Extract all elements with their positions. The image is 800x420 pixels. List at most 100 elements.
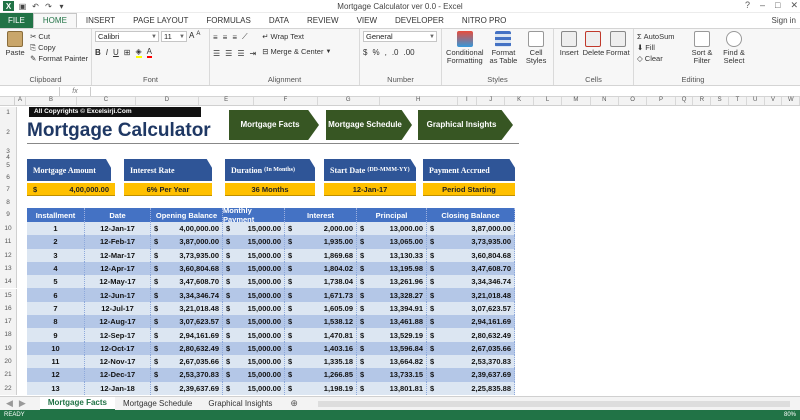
amount-cell[interactable]: $15,000.00 [223,381,285,395]
nav-mortgage-schedule-button[interactable]: Mortgage Schedule [326,110,412,140]
customize-qat-icon[interactable]: ▾ [57,2,66,11]
merge-center-button[interactable]: ⊟ Merge & Center ▼ [262,46,331,57]
amount-cell[interactable]: $1,671.73 [285,288,357,302]
duration-value[interactable]: 36 Months [225,183,315,196]
amount-cell[interactable]: $2,25,835.88 [427,381,515,395]
grow-font-icon[interactable]: A [189,31,194,42]
amount-cell[interactable]: $3,47,608.70 [151,275,223,289]
row-header[interactable]: 13 [0,261,17,276]
date-cell[interactable]: 12-Jan-17 [85,222,151,236]
amount-cell[interactable]: $1,538.12 [285,315,357,329]
align-left-icon[interactable]: ☰ [213,49,220,58]
row-header[interactable]: 14 [0,275,17,289]
amount-cell[interactable]: $15,000.00 [223,248,285,262]
amount-cell[interactable]: $2,94,161.69 [151,328,223,342]
amount-cell[interactable]: $1,198.19 [285,381,357,395]
date-cell[interactable]: 12-Oct-17 [85,341,151,355]
row-header[interactable]: 21 [0,368,17,382]
row-header[interactable]: 5 [0,159,17,173]
date-cell[interactable]: 12-Nov-17 [85,354,151,369]
format-painter-button[interactable]: ✎ Format Painter [30,53,88,64]
amount-cell[interactable]: $2,39,637.69 [151,381,223,395]
amount-cell[interactable]: $3,60,804.68 [427,248,515,262]
align-top-icon[interactable]: ≡ [213,33,218,42]
installment-cell[interactable]: 4 [27,261,85,276]
tab-file[interactable]: FILE [0,13,33,28]
fill-color-icon[interactable]: ◈ [135,47,142,58]
amount-cell[interactable]: $3,07,623.57 [151,315,223,329]
amount-cell[interactable]: $13,065.00 [357,235,427,249]
date-cell[interactable]: 12-Mar-17 [85,248,151,262]
installment-cell[interactable]: 8 [27,315,85,329]
fx-icon[interactable]: fx [60,88,90,95]
amount-cell[interactable]: $15,000.00 [223,328,285,342]
sign-in-link[interactable]: Sign in [772,16,796,25]
select-all-corner[interactable] [0,97,16,105]
amount-cell[interactable]: $13,664.82 [357,354,427,369]
sheet-tab-mortgage-facts[interactable]: Mortgage Facts [39,396,115,411]
add-sheet-icon[interactable]: ⊕ [280,398,308,409]
zoom-level[interactable]: 80% [784,412,796,418]
amount-cell[interactable]: $3,34,346.74 [151,288,223,302]
amount-cell[interactable]: $1,804.02 [285,261,357,276]
horizontal-scrollbar[interactable] [317,400,790,407]
font-name-select[interactable]: Calibri ▼ [95,31,159,42]
row-header[interactable]: 1 [0,107,17,119]
underline-icon[interactable]: U [113,48,119,57]
bold-icon[interactable]: B [95,48,101,57]
row-header[interactable]: 8 [0,197,17,208]
amount-cell[interactable]: $13,394.91 [357,301,427,316]
fill-button[interactable]: ⬇ Fill [637,42,685,53]
indent-icon[interactable]: ⇥ [250,49,257,58]
amount-cell[interactable]: $2,80,632.49 [427,328,515,342]
row-header[interactable]: 7 [0,183,17,197]
wrap-text-button[interactable]: ↵ Wrap Text [262,31,331,42]
redo-icon[interactable]: ↷ [44,2,53,11]
amount-cell[interactable]: $15,000.00 [223,368,285,382]
amount-cell[interactable]: $3,21,018.48 [427,288,515,302]
tab-view[interactable]: VIEW [348,13,386,28]
amount-cell[interactable]: $15,000.00 [223,261,285,276]
help-icon[interactable]: ? [745,0,750,11]
installment-cell[interactable]: 3 [27,248,85,262]
row-header[interactable]: 6 [0,173,17,183]
column-header[interactable]: U [747,97,765,105]
amount-cell[interactable]: $15,000.00 [223,288,285,302]
installment-cell[interactable]: 1 [27,222,85,236]
amount-cell[interactable]: $13,529.19 [357,328,427,342]
nav-graphical-insights-button[interactable]: Graphical Insights [418,110,513,140]
amount-cell[interactable]: $3,34,346.74 [427,275,515,289]
amount-cell[interactable]: $13,733.15 [357,368,427,382]
amount-cell[interactable]: $1,738.04 [285,275,357,289]
cut-button[interactable]: ✂ Cut [30,31,88,42]
column-header[interactable]: R [693,97,712,105]
amount-cell[interactable]: $4,00,000.00 [151,222,223,236]
date-cell[interactable]: 12-Feb-17 [85,235,151,249]
row-header[interactable]: 9 [0,208,17,222]
align-middle-icon[interactable]: ≡ [223,33,228,42]
amount-cell[interactable]: $15,000.00 [223,315,285,329]
amount-cell[interactable]: $2,80,632.49 [151,341,223,355]
amount-cell[interactable]: $2,67,035.66 [151,354,223,369]
mortgage-amount-value[interactable]: $4,00,000.00 [27,183,115,196]
italic-icon[interactable]: I [106,48,108,57]
column-header[interactable]: T [729,97,747,105]
row-header[interactable]: 10 [0,222,17,236]
amount-cell[interactable]: $13,461.88 [357,315,427,329]
save-icon[interactable]: ▣ [18,2,27,11]
tab-formulas[interactable]: FORMULAS [197,13,259,28]
amount-cell[interactable]: $13,261.96 [357,275,427,289]
amount-cell[interactable]: $13,130.33 [357,248,427,262]
decrease-decimal-icon[interactable]: .00 [403,48,414,57]
amount-cell[interactable]: $3,87,000.00 [427,222,515,236]
row-header[interactable]: 17 [0,315,17,329]
interest-rate-value[interactable]: 6% Per Year [124,183,212,196]
currency-icon[interactable]: $ [363,48,367,57]
amount-cell[interactable]: $1,935.00 [285,235,357,249]
row-header[interactable]: 16 [0,301,17,316]
date-cell[interactable]: 12-Jun-17 [85,288,151,302]
amount-cell[interactable]: $13,596.84 [357,341,427,355]
amount-cell[interactable]: $2,39,637.69 [427,368,515,382]
amount-cell[interactable]: $3,73,935.00 [151,248,223,262]
column-header[interactable]: M [562,97,591,105]
